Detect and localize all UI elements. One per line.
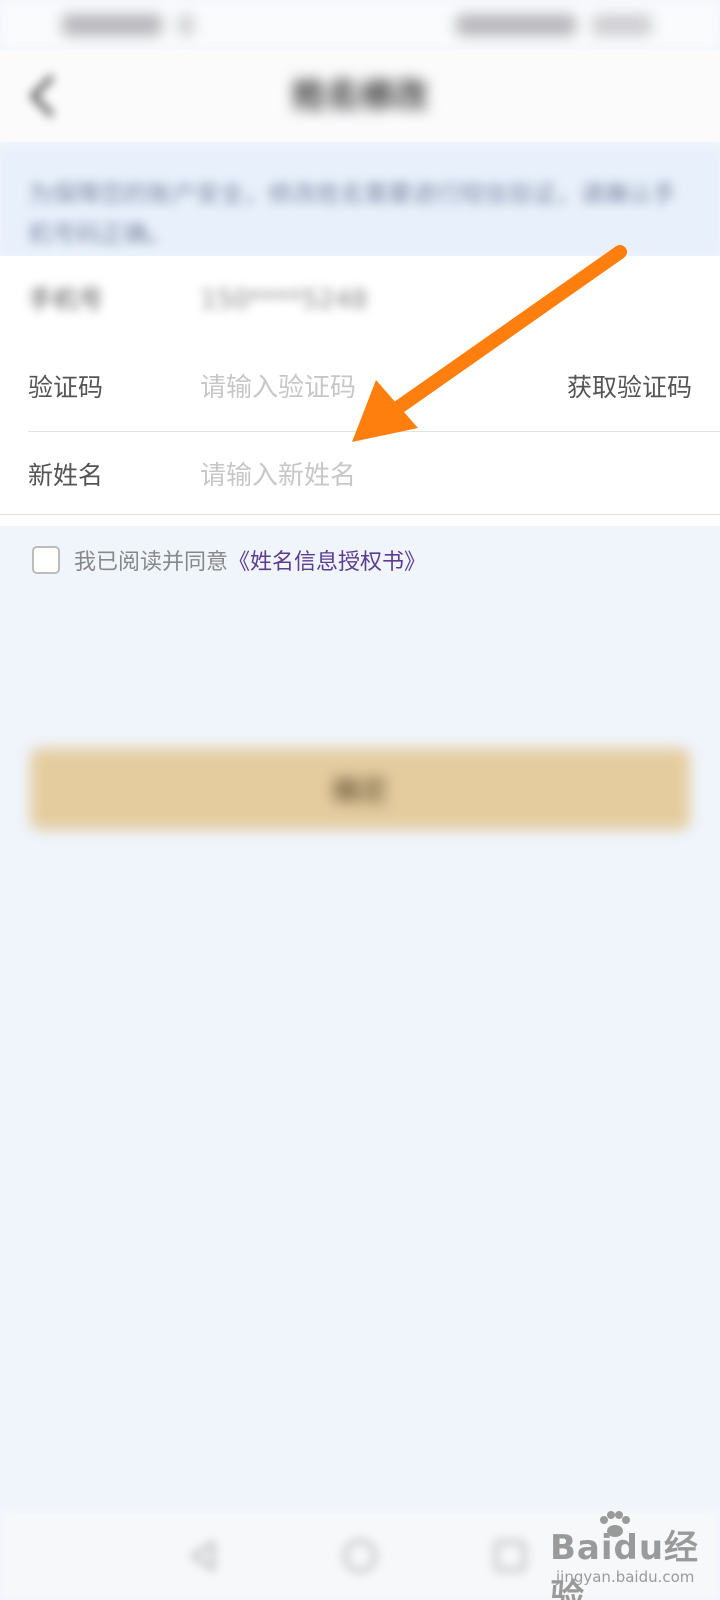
code-label: 验证码 [28,373,104,402]
name-input[interactable] [200,456,540,496]
watermark-text: Baidu经验 [550,1528,700,1600]
square-recent-icon [494,1540,526,1572]
status-bar [0,0,720,50]
status-icons [456,14,576,36]
agree-text: 我已阅读并同意 [74,550,229,575]
get-code-button[interactable]: 获取验证码 [567,368,692,408]
agreement: 我已阅读并同意 《姓名信息授权书》 [32,544,426,576]
watermark-url: jingyan.baidu.com [556,1568,695,1586]
triangle-back-icon [191,1541,215,1571]
phone-value: 150****5248 [200,285,368,315]
chevron-left-icon [30,75,54,117]
circle-home-icon [343,1539,377,1573]
notice-banner: 为保障您的账户安全，修改姓名需要进行短信验证，请确认手机号码正确。 [0,148,720,256]
battery-icon [592,14,652,36]
signal-icon [62,14,162,36]
nav-recent-button[interactable] [486,1532,534,1580]
name-label: 新姓名 [28,461,104,490]
divider [0,514,720,515]
agree-checkbox[interactable] [32,546,60,574]
agreement-link[interactable]: 《姓名信息授权书》 [228,544,426,576]
phone-row: 手机号 150****5248 [0,256,720,344]
name-row: 新姓名 [0,432,720,520]
confirm-button[interactable]: 确定 [30,748,690,830]
nav-back-button[interactable] [180,1532,228,1580]
phone-label: 手机号 [28,285,104,314]
code-input[interactable] [200,368,540,408]
back-button[interactable] [18,68,66,124]
watermark: Baidu经验 jingyan.baidu.com [550,1511,720,1600]
header: 姓名修改 [0,50,720,142]
nav-home-button[interactable] [336,1532,384,1580]
screen: 姓名修改 为保障您的账户安全，修改姓名需要进行短信验证，请确认手机号码正确。 手… [0,0,720,1600]
sim-icon [178,14,194,36]
page-title: 姓名修改 [292,76,428,116]
code-row: 验证码 获取验证码 [0,344,720,432]
form-card: 手机号 150****5248 验证码 获取验证码 新姓名 [0,256,720,526]
